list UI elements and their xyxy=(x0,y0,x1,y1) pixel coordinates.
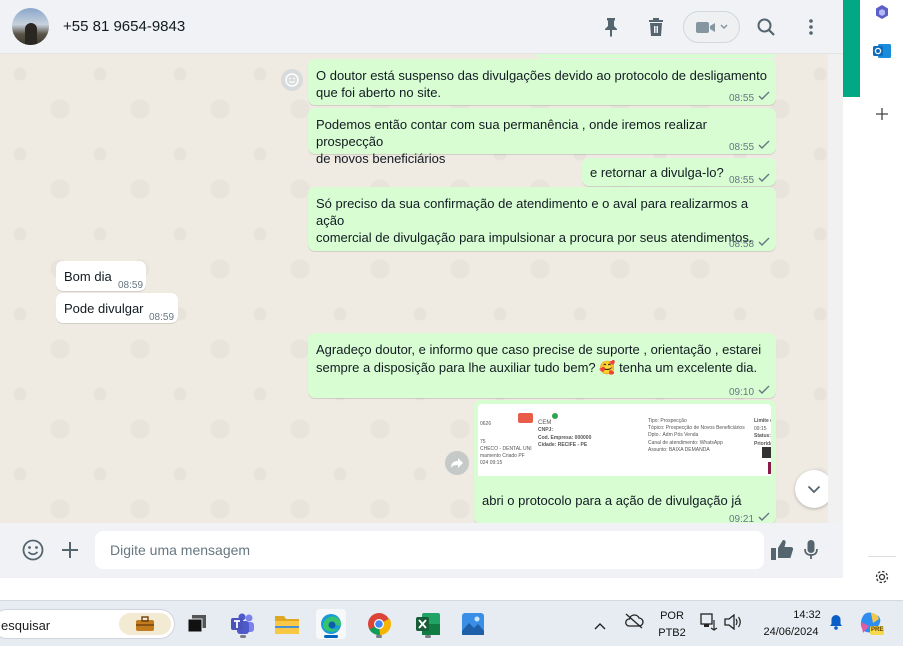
app-running-indicator xyxy=(425,635,431,638)
chrome-browser-icon[interactable] xyxy=(364,609,394,639)
read-check-icon xyxy=(758,385,770,394)
message-text: Bom dia xyxy=(64,269,112,284)
message-bubble-outgoing[interactable]: Só preciso da sua confirmação de atendim… xyxy=(308,187,776,251)
app-active-indicator xyxy=(324,635,338,638)
network-icon[interactable] xyxy=(700,613,718,636)
message-time: 08:59 xyxy=(118,280,144,291)
message-text: abri o protocolo para a ação de divulgaç… xyxy=(482,493,742,508)
photos-app-icon[interactable] xyxy=(458,609,488,639)
image-edge-mark xyxy=(768,462,771,474)
message-time: 08:55 xyxy=(729,142,755,153)
whatsapp-window: +55 81 9654-9843 ▲ O doutor está suspens… xyxy=(0,0,843,578)
message-bubble-outgoing[interactable]: e retornar a divulga-lo? 08:55 xyxy=(582,158,776,186)
chat-header: +55 81 9654-9843 xyxy=(0,0,843,54)
notification-bell-icon[interactable] xyxy=(829,614,843,635)
message-bubble-outgoing[interactable]: O doutor está suspenso das divulgações d… xyxy=(308,59,776,105)
react-emoji-icon[interactable] xyxy=(281,69,303,91)
message-bubble-incoming[interactable]: Pode divulgar 08:59 xyxy=(56,293,178,323)
image-green-dot xyxy=(552,413,558,419)
attach-plus-icon[interactable] xyxy=(58,538,82,562)
edge-browser-icon[interactable] xyxy=(316,609,346,639)
sidebar-accent-strip xyxy=(843,0,860,97)
search-icon[interactable] xyxy=(754,15,778,39)
image-text: Assunto: BAIXA DEMANDA xyxy=(648,447,710,453)
image-dark-button xyxy=(762,447,771,458)
volume-icon[interactable] xyxy=(724,613,742,635)
image-text: 0626 xyxy=(480,421,492,427)
chevron-down-icon xyxy=(720,24,728,30)
video-camera-icon xyxy=(696,22,715,33)
message-text: Agradeço doutor, e informo que caso prec… xyxy=(316,342,762,375)
add-sidebar-app-icon[interactable] xyxy=(874,106,890,122)
forward-icon[interactable] xyxy=(445,451,469,475)
taskbar-clock-date[interactable]: 24/06/2024 xyxy=(757,626,825,638)
message-time: 09:10 xyxy=(729,387,755,398)
file-explorer-icon[interactable] xyxy=(272,609,302,639)
message-bubble-outgoing-image[interactable]: 0626 75 CHECO - DENTAL UNI mamento Criad… xyxy=(474,400,776,523)
message-time: 09:21 xyxy=(729,514,755,523)
app-running-indicator xyxy=(240,635,246,638)
pin-icon[interactable] xyxy=(599,15,623,39)
message-bubble-outgoing[interactable]: Agradeço doutor, e informo que caso prec… xyxy=(308,333,776,398)
input-language-bottom[interactable]: PTB2 xyxy=(656,627,688,639)
message-time: 08:59 xyxy=(149,312,175,323)
message-text: Só preciso da sua confirmação de atendim… xyxy=(316,196,753,245)
microphone-icon[interactable] xyxy=(799,538,823,562)
message-bubble-outgoing[interactable]: Podemos então contar com sua permanência… xyxy=(308,108,776,166)
browser-sidebar xyxy=(843,0,903,600)
windows-taskbar: esquisar POR PTB2 14:32 24/06/2024 PRE xyxy=(0,600,903,646)
read-check-icon xyxy=(758,512,770,521)
protocol-screenshot-image[interactable]: 0626 75 CHECO - DENTAL UNI mamento Criad… xyxy=(478,404,771,476)
settings-gear-icon[interactable] xyxy=(873,568,891,586)
message-text: O doutor está suspenso das divulgações d… xyxy=(316,68,767,100)
outlook-icon[interactable] xyxy=(872,41,892,61)
image-text: 024 09:15 xyxy=(480,460,503,466)
message-composer xyxy=(0,523,843,578)
emoji-icon[interactable] xyxy=(21,538,45,562)
read-check-icon xyxy=(758,91,770,100)
previous-message-edge xyxy=(536,54,776,58)
message-text: e retornar a divulga-lo? xyxy=(590,165,724,180)
show-hidden-icons-chevron[interactable] xyxy=(594,617,606,635)
taskbar-search-label: esquisar xyxy=(1,618,51,633)
copilot-icon[interactable] xyxy=(872,2,892,22)
thumbs-up-icon[interactable] xyxy=(770,538,794,562)
copilot-pre-icon[interactable]: PRE xyxy=(858,610,884,636)
message-time: 08:58 xyxy=(729,239,755,250)
taskbar-clock-time[interactable]: 14:32 xyxy=(788,609,826,621)
chat-scroll-track xyxy=(828,54,843,523)
read-check-icon xyxy=(758,237,770,246)
video-call-button[interactable] xyxy=(683,11,740,43)
pre-badge-text: PRE xyxy=(871,627,884,633)
search-highlight-briefcase-icon[interactable] xyxy=(119,613,171,635)
message-bubble-incoming[interactable]: Bom dia 08:59 xyxy=(56,261,146,291)
taskbar-search-box[interactable]: esquisar xyxy=(0,609,175,639)
message-input[interactable] xyxy=(95,531,764,569)
chat-messages-area[interactable]: ▲ O doutor está suspenso das divulgações… xyxy=(0,54,843,523)
chevron-down-icon xyxy=(807,485,821,493)
more-options-icon[interactable] xyxy=(799,15,823,39)
trash-icon[interactable] xyxy=(644,15,668,39)
message-time: 08:55 xyxy=(729,93,755,104)
app-running-indicator xyxy=(376,635,382,638)
image-text: Cidade: RECIFE - PE xyxy=(538,442,588,448)
contact-name[interactable]: +55 81 9654-9843 xyxy=(63,18,185,35)
read-check-icon xyxy=(758,140,770,149)
image-red-badge xyxy=(518,413,533,423)
sidebar-divider xyxy=(868,556,896,557)
read-check-icon xyxy=(758,173,770,182)
message-text: Pode divulgar xyxy=(64,301,144,316)
contact-avatar[interactable] xyxy=(12,8,49,45)
cloud-offline-icon[interactable] xyxy=(624,613,644,634)
teams-app-icon[interactable] xyxy=(228,609,258,639)
input-language-top[interactable]: POR xyxy=(656,610,688,622)
excel-app-icon[interactable] xyxy=(413,609,443,639)
task-view-icon[interactable] xyxy=(182,609,212,639)
